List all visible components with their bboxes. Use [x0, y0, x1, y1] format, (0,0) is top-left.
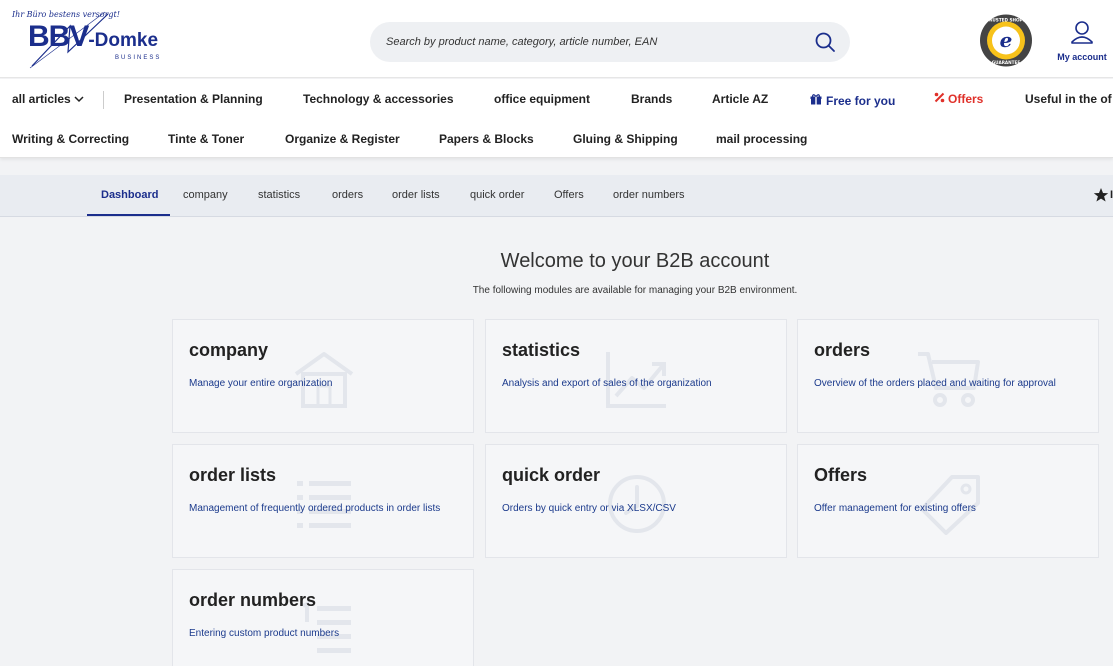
nav-tinte-toner[interactable]: Tinte & Toner — [168, 132, 244, 146]
nav-all-articles[interactable]: all articles — [12, 92, 84, 106]
card-title: order lists — [189, 465, 277, 485]
page-title: Welcome to your B2B account — [500, 250, 770, 272]
percent-icon — [934, 92, 945, 103]
nav-presentation-planning[interactable]: Presentation & Planning — [124, 92, 263, 106]
active-tab-indicator — [87, 214, 170, 216]
logo-brand-suffix: -Domke — [88, 30, 159, 51]
nav-offers[interactable]: Offers — [934, 92, 983, 106]
tab-order-numbers[interactable]: order numbers — [613, 189, 685, 201]
site-header: Ihr Büro bestens versorgt! BBV-Domke BUS… — [0, 0, 1113, 78]
card-description: Manage your entire organization — [189, 378, 333, 389]
search-icon[interactable] — [814, 31, 836, 53]
tab-company[interactable]: company — [183, 189, 228, 201]
card-description: Overview of the orders placed and waitin… — [814, 378, 1056, 389]
gift-icon — [810, 94, 822, 105]
nav-brands[interactable]: Brands — [631, 92, 672, 106]
logo-tagline: Ihr Büro bestens versorgt! — [12, 10, 120, 19]
my-account-label: My account — [1057, 52, 1107, 62]
tab-orders[interactable]: orders — [332, 189, 363, 201]
nav-organize-register[interactable]: Organize & Register — [285, 132, 400, 146]
card-title: statistics — [502, 340, 581, 360]
card-orders[interactable]: orders Overview of the orders placed and… — [797, 319, 1099, 433]
nav-all-articles-label: all articles — [12, 92, 71, 106]
tab-dashboard[interactable]: Dashboard — [101, 189, 158, 201]
logo-brand: BBV-Domke — [28, 20, 158, 54]
card-title: order numbers — [189, 590, 317, 610]
nav-free-for-you-label: Free for you — [826, 94, 896, 108]
trusted-shops-badge-icon[interactable]: e TRUSTED SHOPS GUARANTEE — [979, 14, 1033, 67]
logo-subtitle: BUSINESS — [115, 55, 162, 61]
card-title: company — [189, 340, 269, 360]
chevron-down-icon — [74, 96, 84, 103]
card-title: quick order — [502, 465, 601, 485]
card-order-lists[interactable]: order lists Management of frequently ord… — [172, 444, 474, 558]
card-quick-order[interactable]: quick order Orders by quick entry or via… — [485, 444, 787, 558]
card-offers[interactable]: Offers Offer management for existing off… — [797, 444, 1099, 558]
star-icon[interactable] — [1093, 187, 1109, 203]
nav-useful-in-the-office[interactable]: Useful in the of — [1025, 92, 1112, 106]
bbv-domke-logo[interactable]: Ihr Büro bestens versorgt! BBV-Domke BUS… — [10, 8, 175, 70]
search-input[interactable] — [386, 32, 786, 52]
nav-free-for-you[interactable]: Free for you — [810, 94, 895, 108]
card-description: Analysis and export of sales of the orga… — [502, 378, 712, 389]
svg-text:TRUSTED SHOPS: TRUSTED SHOPS — [986, 18, 1025, 23]
card-title: orders — [814, 340, 871, 360]
card-statistics[interactable]: statistics Analysis and export of sales … — [485, 319, 787, 433]
main-navigation: all articles Presentation & Planning Tec… — [0, 79, 1113, 158]
nav-office-equipment[interactable]: office equipment — [494, 92, 590, 106]
tab-quick-order[interactable]: quick order — [470, 189, 524, 201]
my-account-button[interactable]: My account — [1052, 20, 1112, 66]
nav-divider — [103, 91, 104, 109]
card-description: Entering custom product numbers — [189, 628, 340, 639]
nav-writing-correcting[interactable]: Writing & Correcting — [12, 132, 129, 146]
card-order-numbers[interactable]: order numbers Entering custom product nu… — [172, 569, 474, 666]
nav-offers-label: Offers — [948, 92, 984, 106]
account-subnav: Dashboard company statistics orders orde… — [0, 175, 1113, 217]
search-bar — [370, 22, 850, 62]
nav-article-az[interactable]: Article AZ — [712, 92, 768, 106]
page-subtitle: The following modules are available for … — [472, 285, 798, 296]
svg-text:GUARANTEE: GUARANTEE — [992, 60, 1021, 65]
user-icon — [1071, 21, 1093, 44]
tab-order-lists[interactable]: order lists — [392, 189, 440, 201]
nav-technology-accessories[interactable]: Technology & accessories — [303, 92, 454, 106]
nav-mail-processing[interactable]: mail processing — [716, 132, 807, 146]
nav-gluing-shipping[interactable]: Gluing & Shipping — [573, 132, 678, 146]
svg-text:e: e — [1000, 28, 1013, 52]
card-company[interactable]: company Manage your entire organization — [172, 319, 474, 433]
card-description: Management of frequently ordered product… — [189, 503, 441, 514]
nav-papers-blocks[interactable]: Papers & Blocks — [439, 132, 534, 146]
logo-brand-main: BBV — [28, 20, 89, 53]
card-description: Orders by quick entry or via XLSX/CSV — [502, 503, 676, 514]
card-description: Offer management for existing offers — [814, 503, 976, 514]
tab-statistics[interactable]: statistics — [258, 189, 300, 201]
tab-offers[interactable]: Offers — [554, 189, 584, 201]
card-title: Offers — [814, 465, 868, 485]
